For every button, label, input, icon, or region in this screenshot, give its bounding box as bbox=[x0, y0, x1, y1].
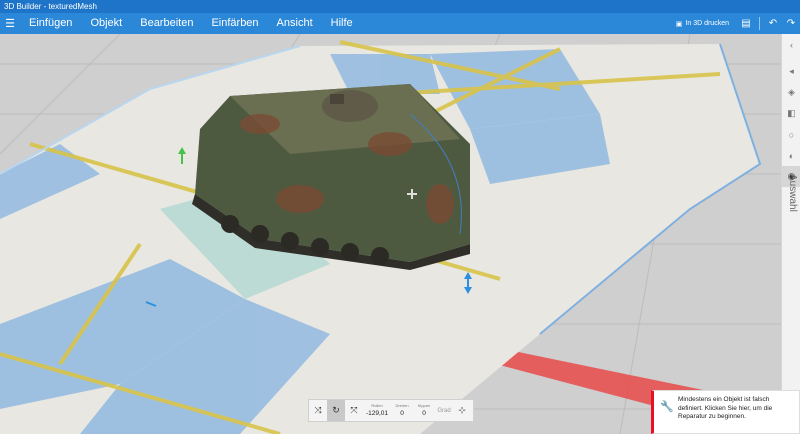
hamburger-icon[interactable]: ☰ bbox=[0, 13, 20, 34]
3d-viewport[interactable] bbox=[0, 34, 781, 434]
unit-label: Grad bbox=[437, 407, 451, 414]
collapse-chevron-icon[interactable]: ‹ bbox=[782, 34, 800, 55]
printer-icon: ▣ bbox=[675, 20, 683, 28]
menu-hilfe[interactable]: Hilfe bbox=[322, 13, 362, 34]
menu-right-group: ▣ In 3D drucken ▤ ↶ ↷ bbox=[668, 13, 800, 34]
undo-icon[interactable]: ↶ bbox=[764, 13, 782, 34]
view-icon[interactable]: ◐ bbox=[782, 145, 800, 166]
save-icon[interactable]: ▤ bbox=[737, 13, 755, 34]
tilt-field[interactable]: Kippen 0 bbox=[413, 403, 435, 418]
menu-bearbeiten[interactable]: Bearbeiten bbox=[131, 13, 202, 34]
menu-einfaerben[interactable]: Einfärben bbox=[202, 13, 267, 34]
snap-icon[interactable]: ⊹ bbox=[453, 400, 471, 421]
roll-field[interactable]: Rollen -129,01 bbox=[363, 403, 391, 418]
repair-notification[interactable]: 🔧 Mindestens ein Objekt ist falsch defin… bbox=[651, 390, 800, 434]
window-title: 3D Builder - texturedMesh bbox=[0, 0, 800, 13]
tilt-value: 0 bbox=[422, 410, 426, 417]
rotate-icon[interactable]: ↻ bbox=[327, 400, 345, 421]
redo-icon[interactable]: ↷ bbox=[782, 13, 800, 34]
menu-objekt[interactable]: Objekt bbox=[81, 13, 131, 34]
turn-field[interactable]: Drehen 0 bbox=[391, 403, 413, 418]
scene-canvas bbox=[0, 34, 781, 434]
print-3d-button[interactable]: ▣ In 3D drucken bbox=[668, 20, 737, 28]
menu-ansicht[interactable]: Ansicht bbox=[268, 13, 322, 34]
paint-icon[interactable]: ◈ bbox=[782, 82, 800, 103]
right-sidebar: ‹ ◂ ◈ ◧ ○ ◐ ◉ Auswahl bbox=[781, 34, 800, 434]
menu-bar: ☰ Einfügen Objekt Bearbeiten Einfärben A… bbox=[0, 13, 800, 34]
roll-value: -129,01 bbox=[365, 410, 389, 417]
menu-einfuegen[interactable]: Einfügen bbox=[20, 13, 81, 34]
turn-value: 0 bbox=[400, 410, 404, 417]
print-3d-label: In 3D drucken bbox=[685, 20, 729, 27]
transform-toolbar: ⤨ ↻ ⤧ Rollen -129,01 Drehen 0 Kippen 0 G… bbox=[308, 399, 474, 422]
scale-icon[interactable]: ⤧ bbox=[345, 400, 363, 421]
move-icon[interactable]: ⤨ bbox=[309, 400, 327, 421]
select-icon[interactable]: ◂ bbox=[782, 61, 800, 82]
sidebar-label: Auswahl bbox=[787, 174, 798, 212]
toolbar-separator bbox=[759, 17, 760, 30]
wrench-icon: 🔧 bbox=[660, 401, 674, 413]
notification-text: Mindestens ein Objekt ist falsch definie… bbox=[678, 396, 773, 420]
split-icon[interactable]: ◧ bbox=[782, 103, 800, 124]
circle-icon[interactable]: ○ bbox=[782, 124, 800, 145]
